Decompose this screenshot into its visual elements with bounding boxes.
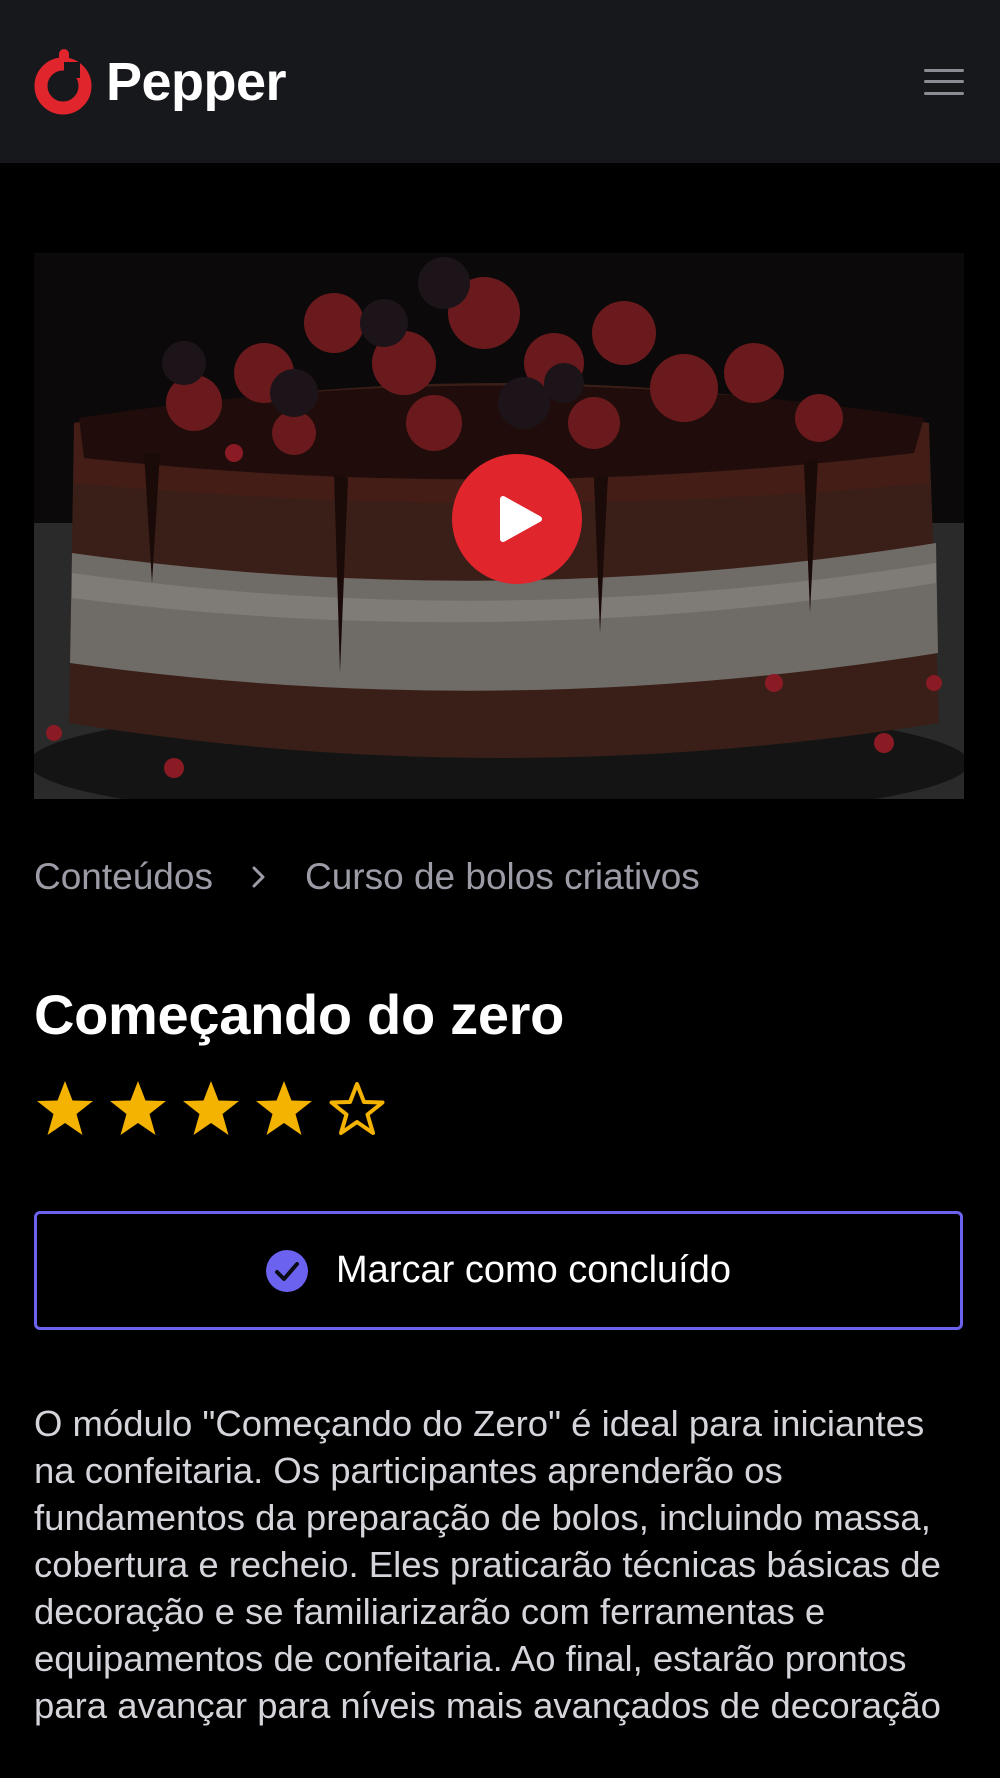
mark-complete-label: Marcar como concluído [336, 1249, 731, 1291]
mark-complete-button[interactable]: Marcar como concluído [34, 1211, 963, 1330]
star-filled-icon[interactable] [253, 1078, 315, 1138]
hamburger-menu-icon[interactable] [924, 68, 964, 95]
page-title: Começando do zero [34, 983, 565, 1046]
star-filled-icon[interactable] [180, 1078, 242, 1138]
top-bar: Pepper [0, 0, 1000, 163]
play-icon [500, 496, 542, 542]
chevron-right-icon [252, 866, 265, 888]
brand-logo[interactable]: Pepper [34, 48, 287, 115]
breadcrumb-item-conteudos[interactable]: Conteúdos [34, 856, 213, 898]
breadcrumb: Conteúdos Curso de bolos criativos [34, 854, 700, 900]
breadcrumb-item-curso[interactable]: Curso de bolos criativos [305, 856, 700, 898]
check-circle-icon [266, 1249, 309, 1292]
video-player[interactable] [34, 253, 964, 799]
play-button[interactable] [452, 454, 582, 584]
star-empty-icon[interactable] [326, 1078, 388, 1138]
star-rating [34, 1078, 388, 1138]
star-filled-icon[interactable] [107, 1078, 169, 1138]
star-filled-icon[interactable] [34, 1078, 96, 1138]
pepper-logo-icon [34, 48, 92, 114]
lesson-description: O módulo "Começando do Zero" é ideal par… [34, 1403, 941, 1726]
brand-name: Pepper [106, 51, 287, 112]
